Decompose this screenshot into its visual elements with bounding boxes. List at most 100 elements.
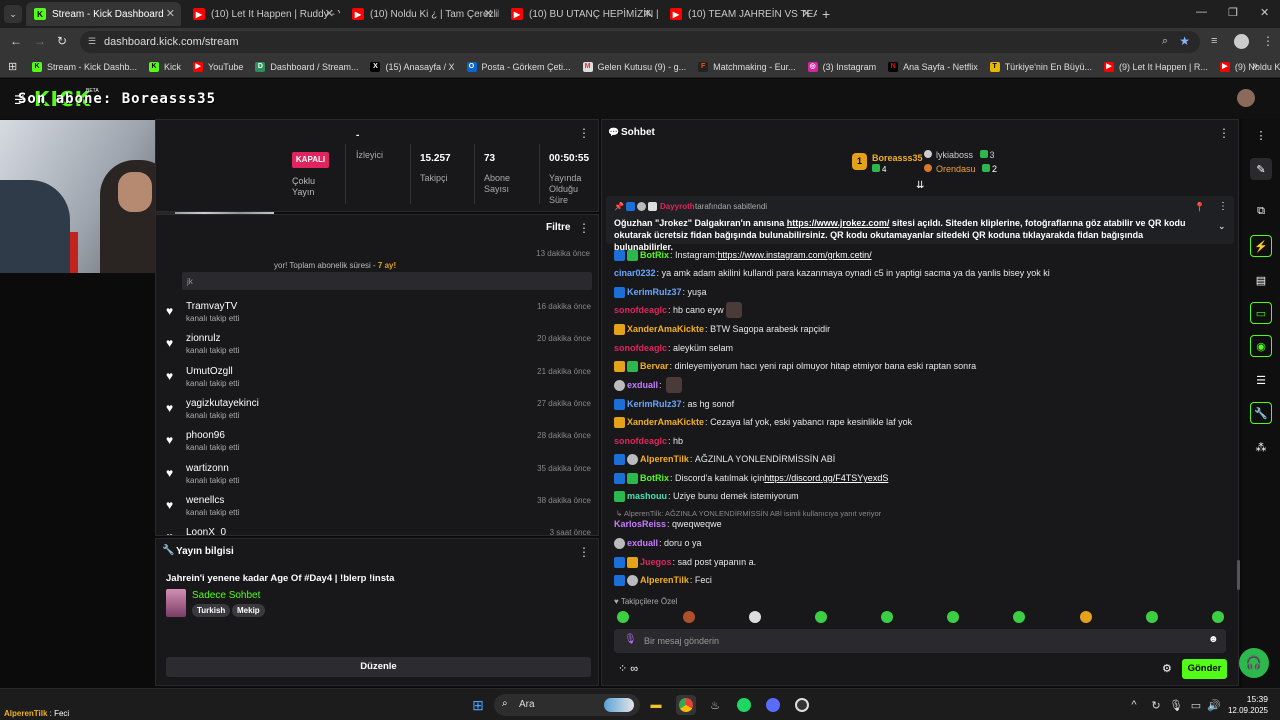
emote-icon[interactable] bbox=[881, 611, 893, 623]
users-icon[interactable]: ⁂ bbox=[1250, 436, 1272, 458]
bookmark-item[interactable]: N Ana Sayfa - Netflix bbox=[888, 61, 978, 72]
pencil-icon[interactable]: ✎ bbox=[1250, 158, 1272, 180]
chat-username[interactable]: exduall bbox=[627, 538, 658, 548]
bookmark-item[interactable]: O Posta - Görkem Çeti... bbox=[466, 61, 571, 72]
bookmark-star-icon[interactable]: ★ bbox=[1179, 34, 1190, 48]
send-button[interactable]: Gönder bbox=[1182, 659, 1227, 679]
chat-link[interactable]: https://discord.gg/F4TSYyexdS bbox=[764, 473, 888, 483]
steam-icon[interactable]: ♨ bbox=[705, 695, 725, 715]
minimize-button[interactable]: — bbox=[1196, 6, 1207, 18]
chat-tools-icon[interactable]: ⁘ ∞ bbox=[618, 662, 638, 675]
bookmark-item[interactable]: M Gelen Kutusu (9) - g... bbox=[582, 61, 686, 72]
chat-username[interactable]: BotRix bbox=[640, 250, 669, 260]
close-window-button[interactable]: ✕ bbox=[1260, 6, 1269, 19]
follower-name[interactable]: wenellcs bbox=[186, 495, 224, 506]
layers-icon[interactable]: ☰ bbox=[1250, 369, 1272, 391]
clock-date[interactable]: 12.09.2025 bbox=[1222, 706, 1268, 715]
tag-turkish[interactable]: Turkish bbox=[192, 604, 231, 617]
wrench-icon[interactable]: 🔧 bbox=[1250, 402, 1272, 424]
emote-icon[interactable] bbox=[1080, 611, 1092, 623]
chat-username[interactable]: Juegos bbox=[640, 557, 672, 567]
close-icon[interactable]: ✕ bbox=[166, 7, 175, 20]
lightning-icon[interactable]: ⚡ bbox=[1250, 235, 1272, 257]
filter-button[interactable]: Filtre bbox=[546, 222, 570, 233]
chat-username[interactable]: mashouu bbox=[627, 491, 667, 501]
chevron-up-icon[interactable]: ^ bbox=[1124, 695, 1144, 715]
close-icon[interactable]: ✕ bbox=[802, 7, 811, 20]
follower-name[interactable]: zionrulz bbox=[186, 333, 220, 344]
bookmark-item[interactable]: K Kick bbox=[149, 61, 181, 72]
reload-button[interactable]: ↻ bbox=[57, 34, 67, 48]
follower-name[interactable]: UmutOzgll bbox=[186, 366, 233, 377]
sync-icon[interactable]: ↻ bbox=[1146, 695, 1166, 715]
chat-username[interactable]: sonofdeaglc bbox=[614, 436, 667, 446]
tag-mekip[interactable]: Mekip bbox=[232, 604, 265, 617]
new-tab-button[interactable]: + bbox=[822, 6, 830, 22]
unpin-icon[interactable]: 📍 bbox=[1194, 202, 1205, 213]
windows-start-icon[interactable]: ⊞ bbox=[468, 695, 488, 715]
chat-username[interactable]: sonofdeaglc bbox=[614, 305, 667, 315]
apps-grid-icon[interactable]: ⊞ bbox=[8, 60, 17, 73]
chat-username[interactable]: XanderAmaKickte bbox=[627, 417, 704, 427]
broadcast-icon[interactable]: ◉ bbox=[1250, 335, 1272, 357]
more-options-icon[interactable]: ⋮ bbox=[1218, 126, 1230, 140]
chat-username[interactable]: BotRix bbox=[640, 473, 669, 483]
follower-name[interactable]: yagizkutayekinci bbox=[186, 398, 259, 409]
more-bookmarks-icon[interactable]: » bbox=[1252, 60, 1258, 72]
chat-link[interactable]: https://www.instagram.com/grkm.cetin/ bbox=[718, 250, 872, 260]
emote-icon[interactable] bbox=[815, 611, 827, 623]
chat-username[interactable]: KerimRulz37 bbox=[627, 287, 682, 297]
bookmark-item[interactable]: ▶ (9) Let It Happen | R... bbox=[1103, 61, 1208, 72]
support-headset-button[interactable]: 🎧 bbox=[1239, 648, 1269, 678]
zoom-icon[interactable]: ⌕ bbox=[1162, 35, 1168, 48]
more-options-icon[interactable]: ⋮ bbox=[578, 221, 590, 235]
tab-list-button[interactable]: ⌄ bbox=[4, 5, 22, 23]
edit-button[interactable]: Düzenle bbox=[166, 657, 591, 677]
expand-chevron-icon[interactable]: ⇊ bbox=[916, 180, 924, 191]
profile-avatar[interactable] bbox=[1234, 34, 1249, 49]
forward-button[interactable]: → bbox=[34, 34, 46, 48]
more-options-icon[interactable]: ⋮ bbox=[1250, 124, 1272, 146]
tab-youtube-4[interactable]: ▶ (10) TEAM JAHREİN VS TEAM C✕ bbox=[662, 2, 817, 26]
maximize-button[interactable]: ❐ bbox=[1228, 6, 1238, 19]
site-info-icon[interactable]: ☰ bbox=[88, 36, 96, 47]
chat-username[interactable]: cinar0232 bbox=[614, 268, 656, 278]
bookmark-item[interactable]: D Dashboard / Stream... bbox=[255, 61, 358, 72]
display-icon[interactable]: ▭ bbox=[1186, 695, 1206, 715]
clock-time[interactable]: 15:39 bbox=[1228, 694, 1268, 704]
microphone-icon[interactable]: 🎙 bbox=[1166, 695, 1186, 715]
follower-name[interactable]: phoon96 bbox=[186, 430, 225, 441]
more-options-icon[interactable]: ⋮ bbox=[578, 545, 590, 559]
chat-username[interactable]: XanderAmaKickte bbox=[627, 324, 704, 334]
bookmark-item[interactable]: F Matchmaking - Eur... bbox=[698, 61, 796, 72]
user-avatar[interactable] bbox=[1237, 89, 1255, 107]
chat-username[interactable]: AlperenTilk bbox=[640, 454, 689, 464]
tab-kick-dashboard[interactable]: K Stream - Kick Dashboard ✕ bbox=[26, 2, 181, 26]
bookmark-item[interactable]: ▶ YouTube bbox=[193, 61, 243, 72]
emote-icon[interactable] bbox=[749, 611, 761, 623]
file-explorer-icon[interactable]: ▬ bbox=[646, 695, 666, 715]
back-button[interactable]: ← bbox=[10, 34, 22, 48]
chat-username[interactable]: KerimRulz37 bbox=[627, 399, 682, 409]
chat-bubble-icon[interactable]: ▭ bbox=[1250, 302, 1272, 324]
chat-input-box[interactable]: 🎙 Bir mesaj gönderin ☻ bbox=[614, 629, 1226, 653]
chat-username[interactable]: KarlosReiss bbox=[614, 519, 666, 529]
bookmark-item[interactable]: K Stream - Kick Dashb... bbox=[32, 61, 137, 72]
document-icon[interactable]: ▤ bbox=[1250, 269, 1272, 291]
top-supporter-2[interactable]: lykiaboss 3 bbox=[924, 150, 995, 160]
emote-icon[interactable] bbox=[947, 611, 959, 623]
bookmark-item[interactable]: X (15) Anasayfa / X bbox=[370, 61, 455, 72]
follower-name[interactable]: TramvayTV bbox=[186, 301, 237, 312]
address-bar[interactable]: ☰ dashboard.kick.com/stream ⌕ ★ bbox=[80, 31, 1200, 53]
close-icon[interactable]: ✕ bbox=[325, 7, 334, 20]
chat-username[interactable]: sonofdeaglc bbox=[614, 343, 667, 353]
microphone-icon[interactable]: 🎙 bbox=[624, 634, 637, 645]
emote-icon[interactable] bbox=[617, 611, 629, 623]
follower-name[interactable]: wartizonn bbox=[186, 463, 229, 474]
tab-youtube-3[interactable]: ▶ (10) BU UTANÇ HEPİMİZİN | Ma✕ bbox=[503, 2, 658, 26]
chat-scrollbar[interactable] bbox=[1237, 560, 1240, 590]
emote-icon[interactable] bbox=[1212, 611, 1224, 623]
close-icon[interactable]: ✕ bbox=[643, 7, 652, 20]
browser-menu-icon[interactable]: ⋮ bbox=[1262, 34, 1274, 48]
crop-icon[interactable]: ⧉ bbox=[1250, 200, 1272, 222]
